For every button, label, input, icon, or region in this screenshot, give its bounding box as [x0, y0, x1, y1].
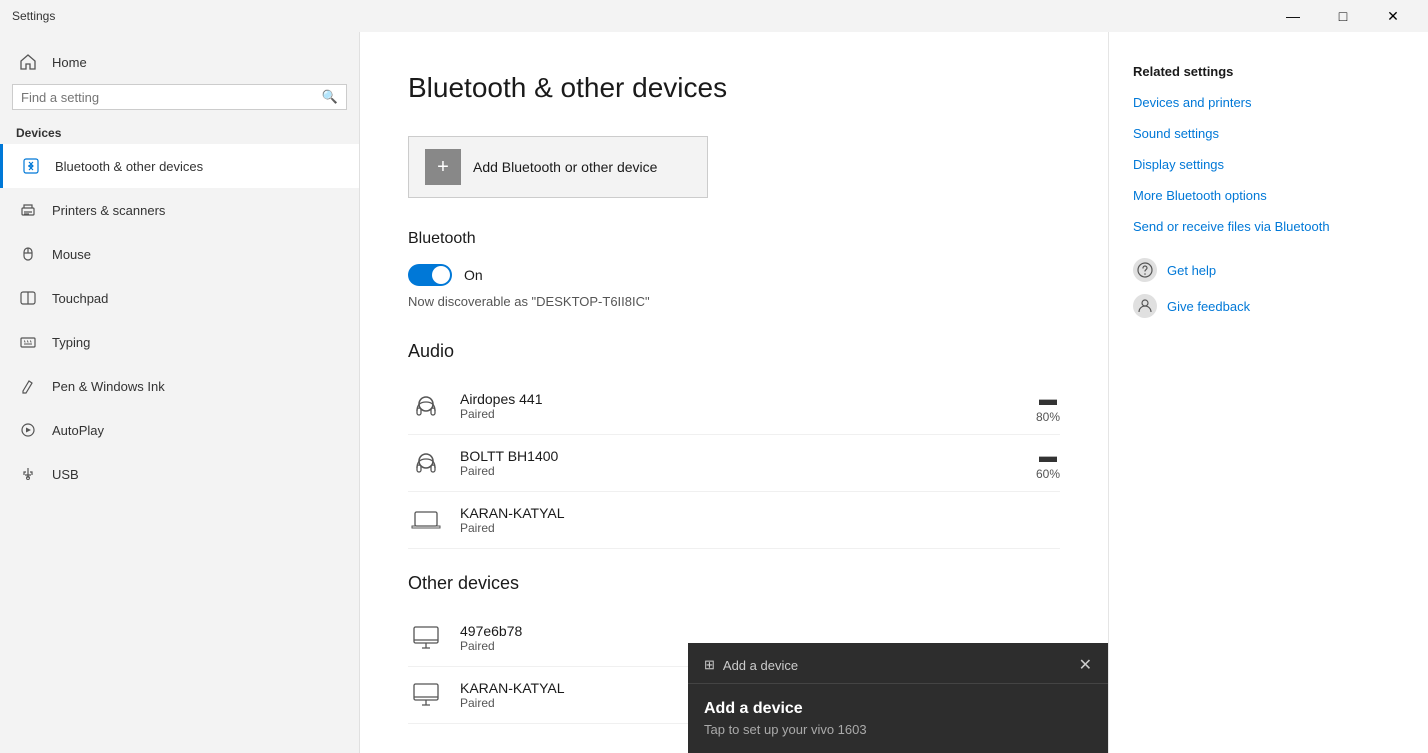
- sidebar-item-pen-label: Pen & Windows Ink: [52, 379, 165, 394]
- related-link-more-bluetooth[interactable]: More Bluetooth options: [1133, 188, 1404, 203]
- device-status-airdopes: Paired: [460, 407, 1020, 421]
- sidebar-item-home-label: Home: [52, 55, 87, 70]
- discoverable-text: Now discoverable as "DESKTOP-T6II8IC": [408, 294, 1060, 309]
- usb-icon: [16, 462, 40, 486]
- other-devices-section-title: Other devices: [408, 573, 1060, 594]
- printer-icon: [16, 198, 40, 222]
- sidebar-item-bluetooth-label: Bluetooth & other devices: [55, 159, 203, 174]
- add-device-label: Add Bluetooth or other device: [473, 159, 657, 175]
- notification-body: Add a device Tap to set up your vivo 160…: [688, 684, 1108, 753]
- device-info-karan-audio: KARAN-KATYAL Paired: [460, 505, 1060, 535]
- related-settings-title: Related settings: [1133, 64, 1404, 79]
- sidebar-item-autoplay[interactable]: AutoPlay: [0, 408, 359, 452]
- sidebar-item-touchpad-label: Touchpad: [52, 291, 108, 306]
- home-icon: [16, 50, 40, 74]
- get-help-row[interactable]: Get help: [1133, 258, 1404, 282]
- notification-title: Add a device: [704, 700, 1092, 718]
- sidebar-item-usb[interactable]: USB: [0, 452, 359, 496]
- battery-boltt: ▬ 60%: [1036, 446, 1060, 481]
- maximize-button[interactable]: □: [1320, 0, 1366, 32]
- page-title: Bluetooth & other devices: [408, 72, 1060, 104]
- add-device-button[interactable]: + Add Bluetooth or other device: [408, 136, 708, 198]
- sidebar-item-bluetooth[interactable]: Bluetooth & other devices: [0, 144, 359, 188]
- related-link-display-settings[interactable]: Display settings: [1133, 157, 1404, 172]
- laptop-icon: [408, 502, 444, 538]
- autoplay-icon: [16, 418, 40, 442]
- device-info-airdopes: Airdopes 441 Paired: [460, 391, 1020, 421]
- search-input[interactable]: [21, 90, 322, 105]
- notification-header: ⊞ Add a device ✕: [688, 643, 1108, 684]
- sidebar-item-typing-label: Typing: [52, 335, 90, 350]
- sidebar-item-home[interactable]: Home: [0, 40, 359, 84]
- battery-airdopes: ▬ 80%: [1036, 389, 1060, 424]
- battery-pct-boltt: 60%: [1036, 467, 1060, 481]
- get-help-label: Get help: [1167, 263, 1216, 278]
- sidebar-item-autoplay-label: AutoPlay: [52, 423, 104, 438]
- give-feedback-icon: [1133, 294, 1157, 318]
- notification-header-label: Add a device: [723, 658, 798, 673]
- device-info-boltt: BOLTT BH1400 Paired: [460, 448, 1020, 478]
- battery-icon-1: ▬: [1039, 389, 1057, 410]
- app-title: Settings: [12, 9, 55, 23]
- monitor-icon-2: [408, 677, 444, 713]
- device-name-boltt: BOLTT BH1400: [460, 448, 1020, 464]
- notification-header-left: ⊞ Add a device: [704, 657, 798, 673]
- give-feedback-row[interactable]: Give feedback: [1133, 294, 1404, 318]
- sidebar-item-mouse-label: Mouse: [52, 247, 91, 262]
- sidebar: Home 🔍 Devices Bluetooth & other devices…: [0, 32, 360, 753]
- plus-icon: +: [425, 149, 461, 185]
- keyboard-icon: [16, 330, 40, 354]
- battery-pct-airdopes: 80%: [1036, 410, 1060, 424]
- notification-windows-icon: ⊞: [704, 657, 715, 673]
- device-name-airdopes: Airdopes 441: [460, 391, 1020, 407]
- sidebar-item-printers[interactable]: Printers & scanners: [0, 188, 359, 232]
- related-link-sound-settings[interactable]: Sound settings: [1133, 126, 1404, 141]
- sidebar-item-mouse[interactable]: Mouse: [0, 232, 359, 276]
- pen-icon: [16, 374, 40, 398]
- close-button[interactable]: ✕: [1370, 0, 1416, 32]
- sidebar-section-devices: Devices: [0, 122, 359, 144]
- sidebar-item-typing[interactable]: Typing: [0, 320, 359, 364]
- device-status-karan-audio: Paired: [460, 521, 1060, 535]
- search-icon: 🔍: [322, 89, 338, 105]
- bluetooth-icon: [19, 154, 43, 178]
- bluetooth-section-title: Bluetooth: [408, 230, 1060, 248]
- device-item-airdopes[interactable]: Airdopes 441 Paired ▬ 80%: [408, 378, 1060, 435]
- headphones-icon-2: [408, 445, 444, 481]
- monitor-icon-1: [408, 620, 444, 656]
- minimize-button[interactable]: —: [1270, 0, 1316, 32]
- search-box[interactable]: 🔍: [12, 84, 347, 110]
- headphones-icon-1: [408, 388, 444, 424]
- sidebar-item-usb-label: USB: [52, 467, 79, 482]
- sidebar-item-touchpad[interactable]: Touchpad: [0, 276, 359, 320]
- device-name-karan-audio: KARAN-KATYAL: [460, 505, 1060, 521]
- app-body: Home 🔍 Devices Bluetooth & other devices…: [0, 32, 1428, 753]
- bluetooth-toggle-row: On: [408, 264, 1060, 286]
- toggle-knob: [432, 266, 450, 284]
- toggle-label: On: [464, 267, 483, 283]
- battery-icon-2: ▬: [1039, 446, 1057, 467]
- related-settings-panel: Related settings Devices and printers So…: [1108, 32, 1428, 753]
- device-item-boltt[interactable]: BOLTT BH1400 Paired ▬ 60%: [408, 435, 1060, 492]
- device-status-boltt: Paired: [460, 464, 1020, 478]
- main-content: Bluetooth & other devices + Add Bluetoot…: [360, 32, 1108, 753]
- touchpad-icon: [16, 286, 40, 310]
- audio-section-title: Audio: [408, 341, 1060, 362]
- give-feedback-label: Give feedback: [1167, 299, 1250, 314]
- sidebar-item-pen[interactable]: Pen & Windows Ink: [0, 364, 359, 408]
- related-link-devices-printers[interactable]: Devices and printers: [1133, 95, 1404, 110]
- sidebar-item-printers-label: Printers & scanners: [52, 203, 165, 218]
- window-controls: — □ ✕: [1270, 0, 1416, 32]
- get-help-icon: [1133, 258, 1157, 282]
- device-name-497: 497e6b78: [460, 623, 1060, 639]
- related-link-send-receive-files[interactable]: Send or receive files via Bluetooth: [1133, 219, 1404, 234]
- bluetooth-toggle[interactable]: [408, 264, 452, 286]
- device-item-karan-audio[interactable]: KARAN-KATYAL Paired: [408, 492, 1060, 549]
- title-bar: Settings — □ ✕: [0, 0, 1428, 32]
- mouse-icon: [16, 242, 40, 266]
- notification-subtitle: Tap to set up your vivo 1603: [704, 722, 1092, 737]
- notification-close-button[interactable]: ✕: [1079, 655, 1092, 675]
- add-device-notification: ⊞ Add a device ✕ Add a device Tap to set…: [688, 643, 1108, 753]
